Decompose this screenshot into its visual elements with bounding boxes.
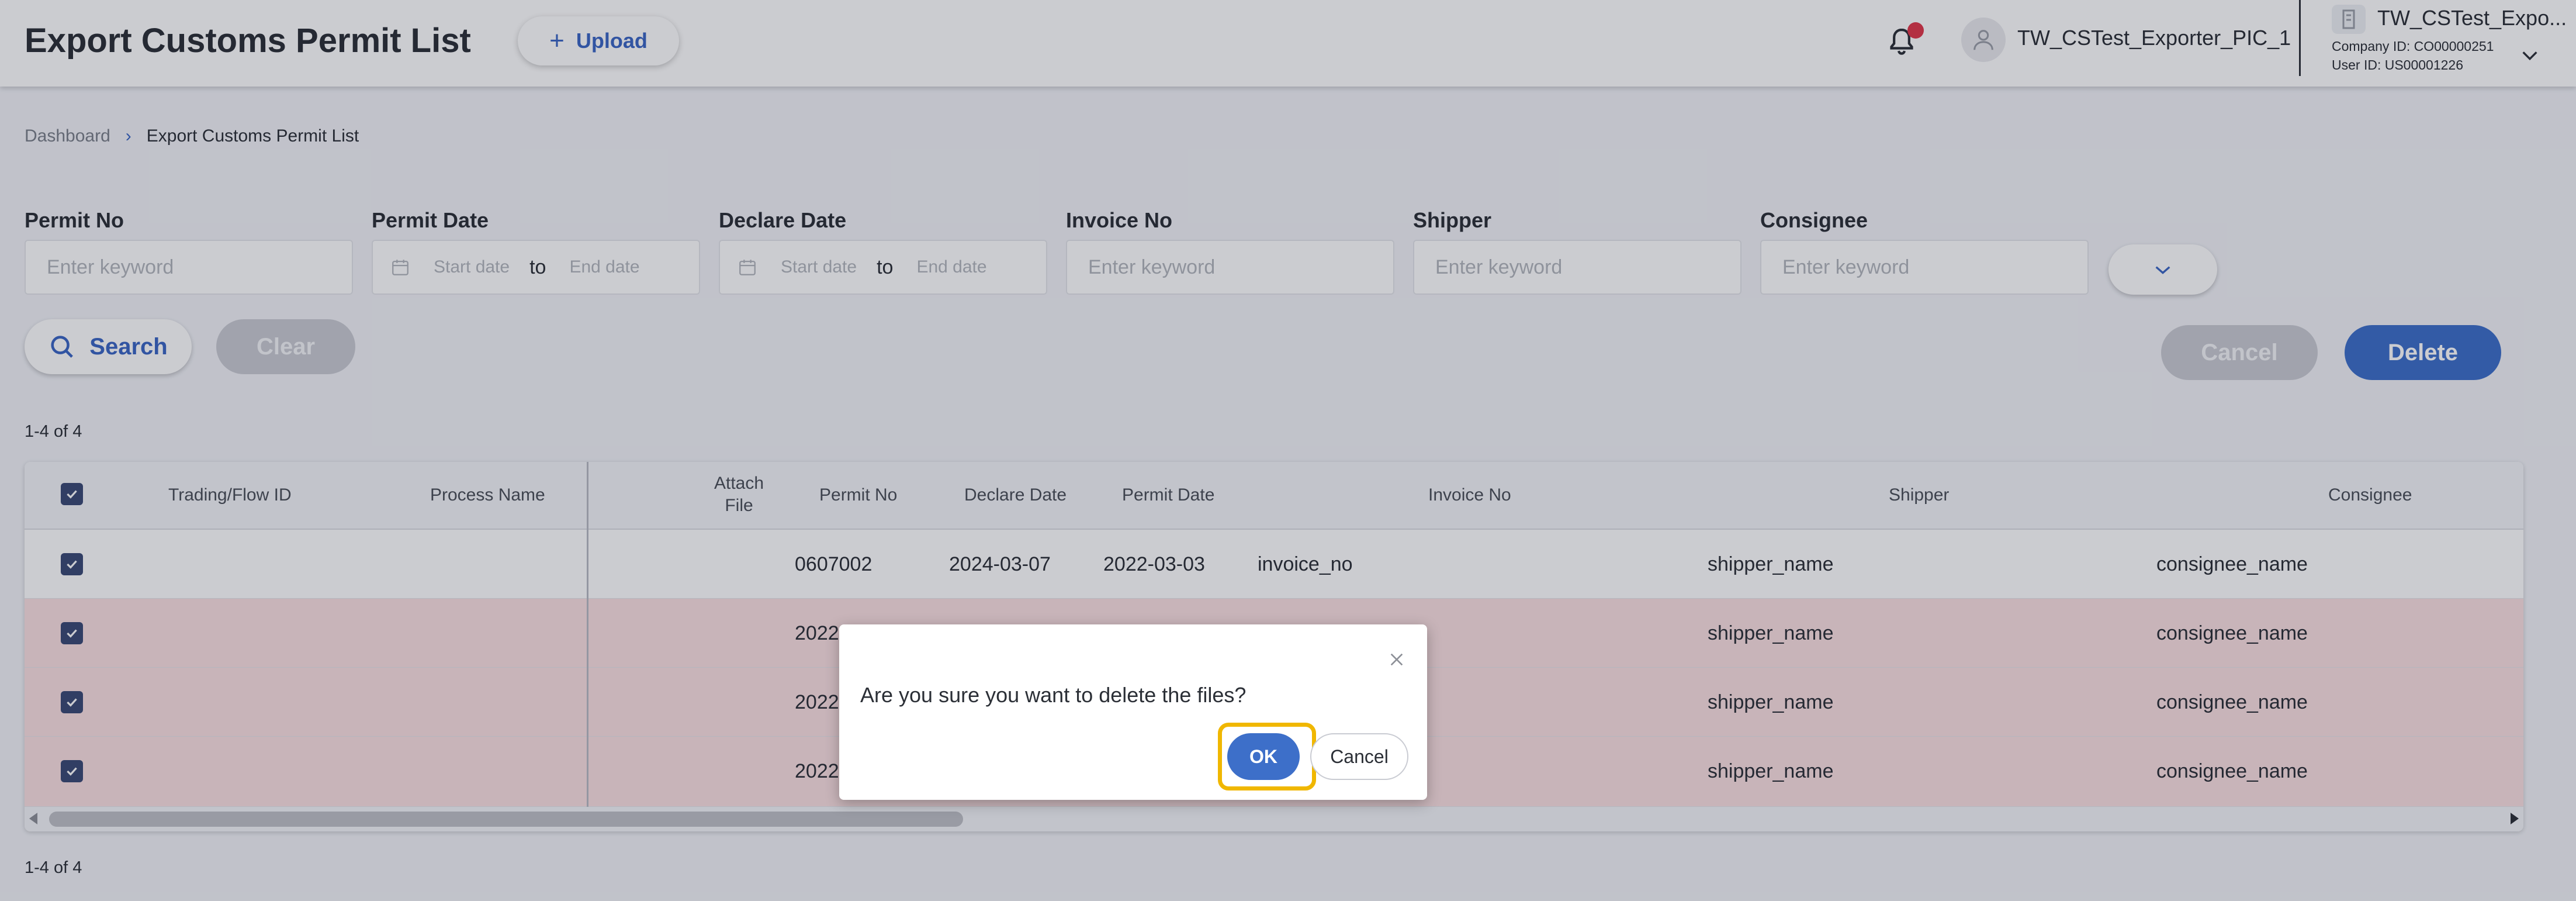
dialog-cancel-button[interactable]: Cancel [1310, 733, 1408, 780]
close-icon[interactable] [1387, 650, 1406, 669]
dialog-message: Are you sure you want to delete the file… [860, 683, 1247, 707]
dialog-ok-button[interactable]: OK [1227, 733, 1300, 780]
confirm-delete-dialog: Are you sure you want to delete the file… [839, 624, 1427, 800]
page: Export Customs Permit List + Upload TW_C… [0, 0, 2576, 901]
